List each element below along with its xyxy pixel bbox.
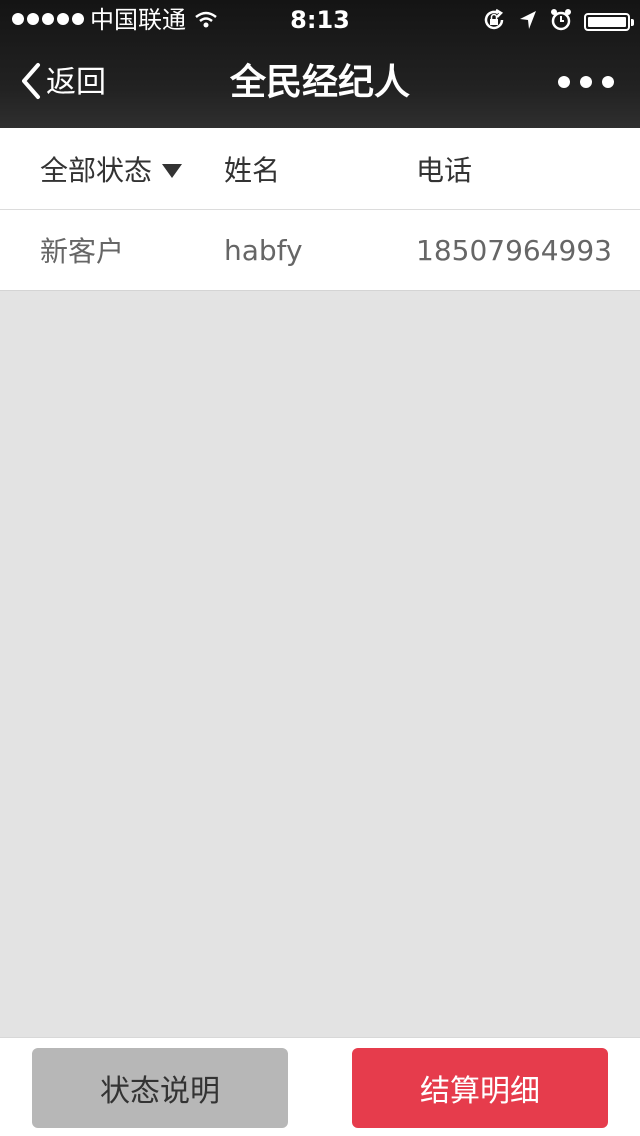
status-bar: 中国联通 8:13 [0,0,640,40]
row-status: 新客户 [40,235,125,268]
bottom-action-bar: 状态说明 结算明细 [0,1037,640,1136]
status-explanation-button[interactable]: 状态说明 [32,1048,288,1128]
table-row[interactable]: 新客户 habfy 18507964993 [0,210,640,291]
rotation-lock-icon [482,8,506,36]
settlement-details-button[interactable]: 结算明细 [352,1048,608,1128]
screen: 中国联通 8:13 返回 全民经纪人 全部状态 姓名 电话 新客户 habfy … [0,0,640,1136]
page-title: 全民经纪人 [229,62,410,103]
battery-icon [584,13,634,31]
status-filter-dropdown[interactable]: 全部状态 [40,128,183,209]
caret-down-icon [162,163,183,178]
table-header: 全部状态 姓名 电话 [0,128,640,210]
more-dots-icon[interactable] [558,76,614,88]
phone-column-header: 电话 [416,153,473,187]
navigation-bar: 返回 全民经纪人 [0,40,640,128]
row-name: habfy [224,233,303,267]
row-phone: 18507964993 [416,233,612,267]
status-filter-label: 全部状态 [40,153,153,187]
status-icons [482,8,634,36]
name-column-header: 姓名 [224,153,281,187]
alarm-clock-icon [550,8,572,36]
location-arrow-icon [518,9,538,35]
top-bar: 中国联通 8:13 返回 全民经纪人 [0,0,640,128]
